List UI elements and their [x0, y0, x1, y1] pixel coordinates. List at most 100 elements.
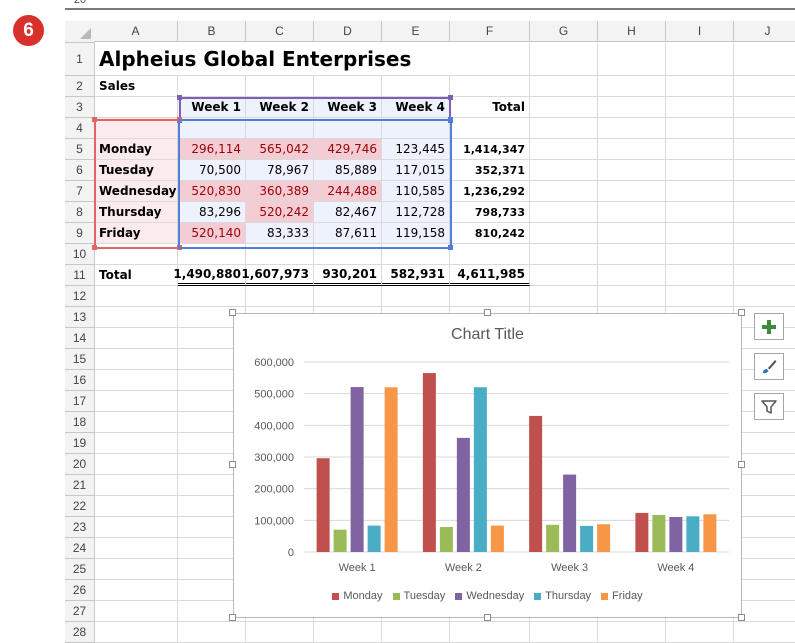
select-all-corner[interactable]	[65, 21, 95, 43]
cell[interactable]	[530, 97, 598, 118]
cell[interactable]	[450, 43, 530, 76]
row-total-cell[interactable]: 810,242	[450, 223, 530, 244]
column-header-h[interactable]: H	[598, 21, 666, 42]
cell[interactable]	[95, 496, 178, 517]
cell[interactable]	[666, 181, 734, 202]
cell[interactable]	[598, 223, 666, 244]
cell[interactable]	[95, 559, 178, 580]
row-header[interactable]: 27	[65, 601, 95, 622]
clustered-column-chart[interactable]: Chart Title 0 100,000 200,000 300,000 400,00…	[233, 313, 742, 618]
cell[interactable]	[382, 244, 450, 265]
cell[interactable]	[598, 76, 666, 97]
bar-tuesday-week-2[interactable]	[439, 526, 453, 552]
cell[interactable]	[530, 43, 598, 76]
cell[interactable]	[178, 244, 246, 265]
cell[interactable]	[95, 622, 178, 643]
cell[interactable]	[530, 202, 598, 223]
range-handle[interactable]	[92, 117, 97, 122]
cell[interactable]	[666, 265, 734, 286]
cell[interactable]	[734, 559, 795, 580]
bar-monday-week-3[interactable]	[529, 415, 543, 552]
cell[interactable]	[95, 349, 178, 370]
column-header-g[interactable]: G	[530, 21, 598, 42]
cell[interactable]	[382, 76, 450, 97]
cell[interactable]	[530, 76, 598, 97]
sales-value-cell[interactable]: 87,611	[314, 223, 382, 244]
range-handle[interactable]	[177, 95, 182, 100]
sales-value-cell[interactable]: 520,242	[246, 202, 314, 223]
cell[interactable]	[666, 286, 734, 307]
cell[interactable]	[530, 265, 598, 286]
cell[interactable]	[666, 160, 734, 181]
column-header-e[interactable]: E	[382, 21, 450, 42]
row-header[interactable]: 13	[65, 307, 95, 328]
row-header[interactable]: 15	[65, 349, 95, 370]
bar-friday-week-4[interactable]	[703, 514, 717, 552]
legend-item-wednesday[interactable]: Wednesday	[455, 590, 524, 602]
bar-thursday-week-4[interactable]	[686, 516, 700, 552]
chart-resize-handle[interactable]	[229, 309, 236, 316]
row-header[interactable]: 24	[65, 538, 95, 559]
row-header[interactable]: 6	[65, 160, 95, 181]
sales-value-cell[interactable]: 360,389	[246, 181, 314, 202]
cell[interactable]	[246, 118, 314, 139]
cell[interactable]	[530, 160, 598, 181]
cell[interactable]	[95, 244, 178, 265]
cell[interactable]	[246, 244, 314, 265]
bar-monday-week-2[interactable]	[422, 373, 436, 552]
sales-value-cell[interactable]: 110,585	[382, 181, 450, 202]
cell[interactable]	[178, 622, 246, 643]
cell[interactable]	[450, 76, 530, 97]
cell[interactable]	[734, 538, 795, 559]
sales-value-cell[interactable]: 85,889	[314, 160, 382, 181]
column-header-f[interactable]: F	[450, 21, 530, 42]
bar-monday-week-1[interactable]	[316, 458, 330, 552]
legend-item-friday[interactable]: Friday	[601, 590, 643, 602]
cell[interactable]	[666, 202, 734, 223]
sales-value-cell[interactable]: 520,140	[178, 223, 246, 244]
chart-resize-handle[interactable]	[738, 309, 745, 316]
row-header[interactable]: 9	[65, 223, 95, 244]
cell[interactable]	[95, 475, 178, 496]
cell[interactable]	[246, 286, 314, 307]
total-label-cell[interactable]: Total	[95, 265, 178, 286]
cell[interactable]	[598, 286, 666, 307]
column-header-d[interactable]: D	[314, 21, 382, 42]
row-total-cell[interactable]: 1,236,292	[450, 181, 530, 202]
sales-value-cell[interactable]: 520,830	[178, 181, 246, 202]
cell[interactable]	[734, 622, 795, 643]
row-header[interactable]: 5	[65, 139, 95, 160]
column-header-a[interactable]: A	[94, 21, 178, 42]
row-header[interactable]: 11	[65, 265, 95, 286]
bar-friday-week-3[interactable]	[597, 524, 611, 552]
cell[interactable]	[598, 181, 666, 202]
cell[interactable]	[734, 223, 795, 244]
cell[interactable]	[382, 118, 450, 139]
row-header[interactable]: 8	[65, 202, 95, 223]
bar-friday-week-1[interactable]	[384, 387, 398, 552]
cell[interactable]	[178, 76, 246, 97]
cell[interactable]	[666, 97, 734, 118]
header-cell[interactable]: Total	[450, 97, 530, 118]
cell[interactable]	[598, 97, 666, 118]
column-total-cell[interactable]: 1,490,880	[173, 265, 246, 286]
column-header-c[interactable]: C	[246, 21, 314, 42]
cell[interactable]	[178, 118, 246, 139]
row-header[interactable]: 16	[65, 370, 95, 391]
column-total-cell[interactable]: 930,201	[314, 265, 382, 286]
cell[interactable]	[734, 139, 795, 160]
cell[interactable]	[598, 622, 666, 643]
column-total-cell[interactable]: 582,931	[382, 265, 450, 286]
cell[interactable]	[734, 160, 795, 181]
cell[interactable]	[666, 118, 734, 139]
sales-value-cell[interactable]: 83,333	[246, 223, 314, 244]
cell[interactable]	[666, 139, 734, 160]
chart-filters-button[interactable]	[754, 393, 784, 420]
sales-value-cell[interactable]: 78,967	[246, 160, 314, 181]
row-header[interactable]: 23	[65, 517, 95, 538]
chart-resize-handle[interactable]	[738, 461, 745, 468]
row-header[interactable]: 1	[65, 43, 95, 76]
chart-styles-button[interactable]	[754, 353, 784, 380]
cell[interactable]	[598, 265, 666, 286]
day-label-cell[interactable]: Tuesday	[95, 160, 178, 181]
